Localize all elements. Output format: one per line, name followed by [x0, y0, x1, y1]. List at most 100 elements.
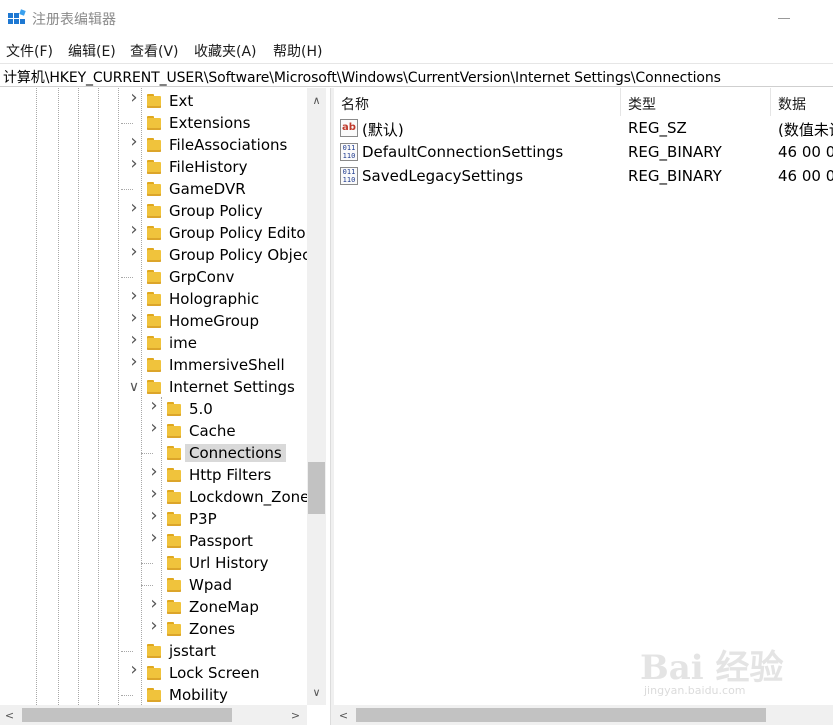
tree-item[interactable]: › Zones	[0, 617, 310, 640]
tree-horizontal-scrollbar[interactable]: < >	[0, 705, 307, 725]
tree-item[interactable]: › Group Policy	[0, 199, 310, 222]
tree-item-label: Mobility	[169, 686, 228, 704]
menu-edit[interactable]: 编辑(E)	[68, 41, 116, 61]
tree-item[interactable]: Mobility	[0, 684, 310, 705]
chevron-right-icon[interactable]: ›	[147, 419, 161, 437]
value-data: 46 00 00 00	[778, 167, 833, 185]
tree-item[interactable]: › Holographic	[0, 287, 310, 310]
chevron-right-icon[interactable]: ›	[147, 617, 161, 635]
chevron-right-icon[interactable]: ›	[127, 221, 141, 239]
chevron-right-icon[interactable]: ›	[127, 309, 141, 327]
scroll-left-icon[interactable]: <	[0, 709, 19, 722]
value-name: SavedLegacySettings	[362, 167, 524, 185]
menu-favorites[interactable]: 收藏夹(A)	[194, 41, 257, 61]
address-path[interactable]: 计算机\HKEY_CURRENT_USER\Software\Microsoft…	[3, 67, 721, 87]
menu-file[interactable]: 文件(F)	[6, 41, 53, 61]
menu-help[interactable]: 帮助(H)	[273, 41, 322, 61]
folder-icon	[167, 600, 181, 614]
chevron-right-icon[interactable]: ›	[147, 507, 161, 525]
tree-item-label: P3P	[189, 510, 217, 528]
tree-guide	[121, 123, 133, 124]
tree-item[interactable]: › ime	[0, 331, 310, 354]
tree-item-label: Group Policy Editor	[169, 224, 312, 242]
chevron-down-icon[interactable]: ∨	[127, 380, 141, 394]
tree-item-label: Zones	[189, 620, 236, 638]
tree-item-label: ImmersiveShell	[169, 356, 285, 374]
tree-item-label: Holographic	[169, 290, 260, 308]
column-header-type[interactable]: 类型	[621, 88, 771, 116]
chevron-right-icon[interactable]: ›	[127, 89, 141, 107]
window-title: 注册表编辑器	[32, 12, 116, 28]
chevron-right-icon[interactable]: ›	[127, 331, 141, 349]
tree-item-label: HomeGroup	[169, 312, 259, 330]
key-tree[interactable]: › Ext Extensions › FileAssociations › FileHist…	[0, 88, 330, 705]
tree-item[interactable]: › Group Policy Objects	[0, 243, 324, 266]
folder-icon	[167, 578, 181, 592]
tree-item-label: Url History	[189, 554, 269, 572]
tree-item[interactable]: › ImmersiveShell	[0, 353, 310, 376]
tree-item[interactable]: › Lock Screen	[0, 661, 310, 684]
chevron-right-icon[interactable]: ›	[127, 287, 141, 305]
menu-view[interactable]: 查看(V)	[130, 41, 179, 61]
chevron-right-icon[interactable]: ›	[127, 661, 141, 679]
tree-guide	[141, 563, 153, 564]
chevron-right-icon[interactable]: ›	[147, 529, 161, 547]
tree-item[interactable]: › FileHistory	[0, 155, 310, 178]
chevron-right-icon[interactable]: ›	[127, 155, 141, 173]
tree-item[interactable]: › HomeGroup	[0, 309, 310, 332]
chevron-right-icon[interactable]: ›	[147, 595, 161, 613]
value-row[interactable]: 011 110 DefaultConnectionSettings REG_BINAR…	[334, 140, 833, 164]
folder-icon	[147, 336, 161, 350]
tree-guide	[141, 585, 153, 586]
tree-item[interactable]: › Passport	[0, 529, 310, 552]
binary-value-icon: 011 110	[340, 143, 358, 161]
chevron-right-icon[interactable]: ›	[127, 133, 141, 151]
chevron-right-icon[interactable]: ›	[147, 397, 161, 415]
value-row[interactable]: 011 110 SavedLegacySettings REG_BINARY 46 00…	[334, 164, 833, 188]
scroll-right-icon[interactable]: >	[286, 709, 305, 722]
watermark: Bai 经验 jingyan.baidu.com	[640, 632, 830, 702]
scroll-down-icon[interactable]: ∨	[307, 686, 326, 699]
binary-value-icon: 011 110	[340, 167, 358, 185]
tree-item-label: Connections	[185, 444, 286, 462]
tree-item[interactable]: GameDVR	[0, 178, 310, 200]
scroll-up-icon[interactable]: ∧	[307, 94, 326, 107]
tree-item-label: FileHistory	[169, 158, 248, 176]
tree-item-label: Lock Screen	[169, 664, 260, 682]
folder-icon	[147, 380, 161, 394]
chevron-right-icon[interactable]: ›	[147, 463, 161, 481]
address-bar[interactable]: 计算机\HKEY_CURRENT_USER\Software\Microsoft…	[0, 63, 833, 87]
chevron-right-icon[interactable]: ›	[127, 243, 141, 261]
value-row[interactable]: ab(默认) REG_SZ (数值未设置)	[334, 116, 833, 140]
tree-item-label: FileAssociations	[169, 136, 288, 154]
tree-item[interactable]: Url History	[0, 552, 310, 574]
folder-icon	[167, 446, 181, 460]
chevron-right-icon[interactable]: ›	[127, 199, 141, 217]
tree-item[interactable]: › Cache	[0, 419, 310, 442]
minimize-button[interactable]	[770, 4, 800, 32]
chevron-right-icon[interactable]: ›	[147, 485, 161, 503]
column-header-name[interactable]: 名称	[334, 88, 621, 116]
folder-icon	[147, 94, 161, 108]
tree-guide	[121, 695, 133, 696]
list-hscroll-thumb[interactable]	[356, 708, 766, 722]
values-list[interactable]: 名称 类型 数据 ab(默认)REG_SZ(数值未设置)011110Defaul…	[334, 88, 833, 705]
menu-bar: 文件(F) 编辑(E) 查看(V) 收藏夹(A) 帮助(H)	[0, 38, 833, 62]
tree-item[interactable]: › Group Policy Editor	[0, 221, 312, 244]
scroll-left-icon[interactable]: <	[334, 709, 353, 722]
tree-item[interactable]: jsstart	[0, 640, 310, 662]
title-bar: 注册表编辑器	[0, 0, 833, 36]
folder-icon	[147, 116, 161, 130]
tree-item[interactable]: › FileAssociations	[0, 133, 310, 156]
chevron-right-icon[interactable]: ›	[127, 353, 141, 371]
tree-scroll-thumb[interactable]	[308, 462, 325, 514]
tree-item[interactable]: Extensions	[0, 112, 310, 134]
list-horizontal-scrollbar[interactable]: <	[334, 705, 833, 725]
tree-item[interactable]: › Ext	[0, 89, 310, 112]
tree-vertical-scrollbar[interactable]: ∧ ∨	[307, 88, 326, 705]
folder-icon	[167, 512, 181, 526]
tree-hscroll-thumb[interactable]	[22, 708, 232, 722]
string-value-icon: ab	[340, 119, 358, 137]
column-header-data[interactable]: 数据	[771, 88, 833, 116]
tree-item[interactable]: GrpConv	[0, 266, 310, 288]
